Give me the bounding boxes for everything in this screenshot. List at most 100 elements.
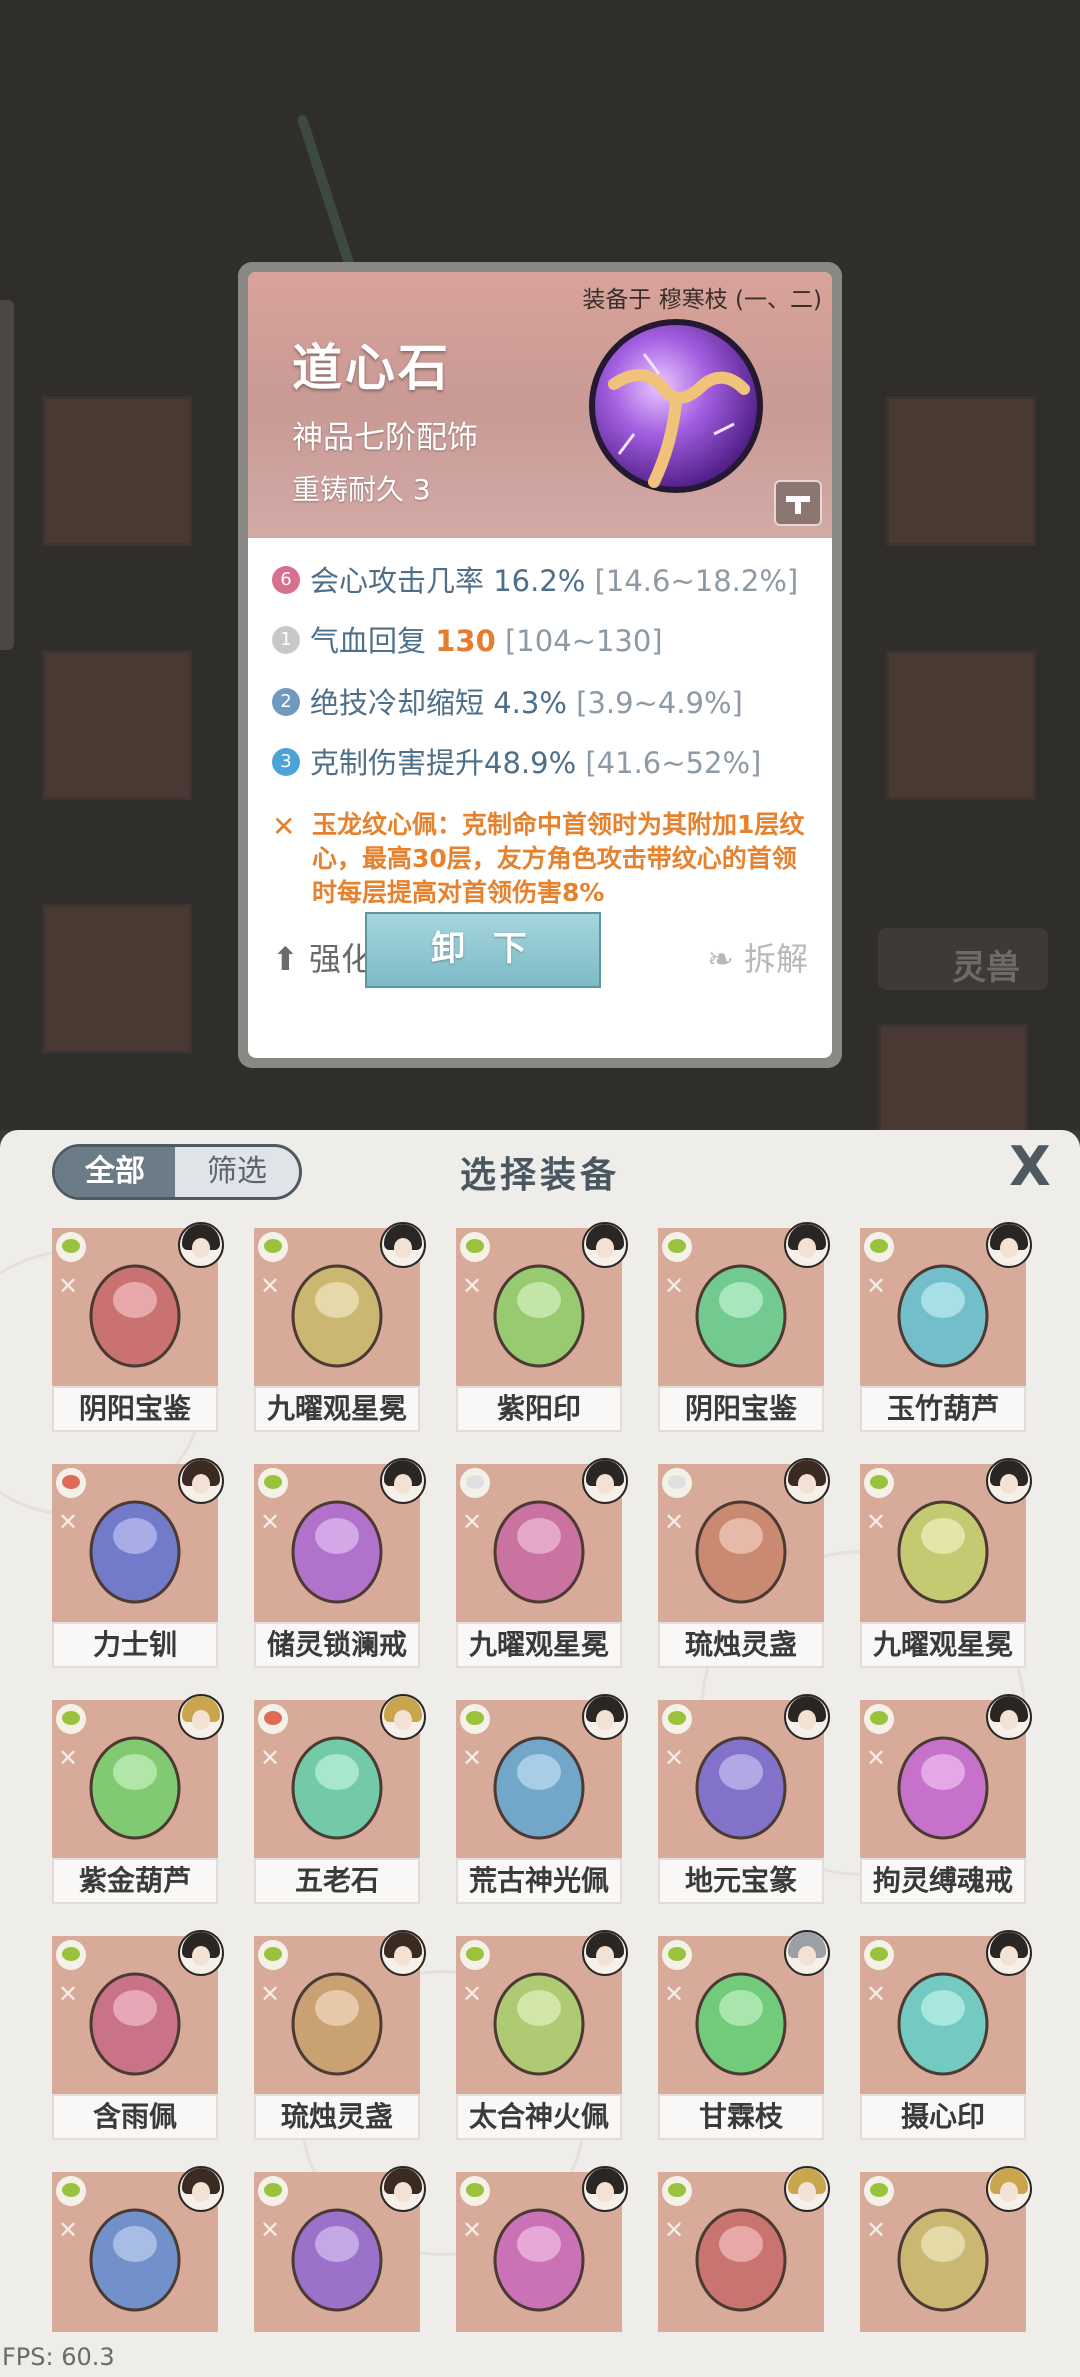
pattern-icon: ✕ bbox=[58, 1980, 79, 2008]
dismantle-label: 拆解 bbox=[743, 940, 808, 978]
character-avatar bbox=[986, 2166, 1032, 2212]
pattern-icon: ✕ bbox=[58, 1272, 79, 1300]
pattern-icon: ✕ bbox=[866, 2216, 887, 2244]
equipment-card[interactable]: ✕ 九曜观星冕 bbox=[254, 1222, 426, 1432]
pattern-icon: ✕ bbox=[866, 1508, 887, 1536]
equipment-card[interactable]: ✕ 甘霖枝 bbox=[658, 1930, 830, 2140]
equipment-card[interactable]: ✕ 地元宝篆 bbox=[658, 1694, 830, 1904]
equipment-name: 紫阳印 bbox=[456, 1386, 622, 1432]
equipment-detail-body: 装备于 穆寒枝 (一、二) 道心石 神品七阶配饰 重铸耐久 3 6 会心攻击几率… bbox=[248, 272, 832, 1058]
stat-label: 气血回复 bbox=[310, 624, 436, 658]
equipment-name: 九曜观星冕 bbox=[254, 1386, 420, 1432]
background-slot bbox=[886, 650, 1036, 800]
dismantle-button[interactable]: ❧ 拆解 bbox=[707, 934, 808, 980]
equipment-name: 拘灵缚魂戒 bbox=[860, 1858, 1026, 1904]
equipment-name: 琉烛灵盏 bbox=[658, 1622, 824, 1668]
stat-tier-badge: 3 bbox=[272, 748, 300, 776]
equipment-card[interactable]: ✕ 储灵锁澜戒 bbox=[254, 1458, 426, 1668]
element-icon bbox=[56, 1232, 86, 1262]
equipment-card[interactable]: ✕ 九曜观星冕 bbox=[456, 1458, 628, 1668]
pattern-icon: ✕ bbox=[664, 1272, 685, 1300]
equipment-name: 琉烛灵盏 bbox=[254, 2094, 420, 2140]
enhance-button[interactable]: ⬆ 强化 bbox=[272, 934, 373, 980]
element-icon bbox=[460, 1232, 490, 1262]
stat-label: 会心攻击几率 bbox=[310, 564, 494, 598]
element-icon bbox=[56, 1940, 86, 1970]
element-icon bbox=[864, 1940, 894, 1970]
pattern-icon: ✕ bbox=[462, 1508, 483, 1536]
pattern-icon: ✕ bbox=[462, 1980, 483, 2008]
up-arrow-icon: ⬆ bbox=[272, 940, 299, 978]
character-avatar bbox=[380, 1222, 426, 1268]
equipment-card[interactable]: ✕ 玉竹葫芦 bbox=[860, 1222, 1032, 1432]
pattern-icon: ✕ bbox=[664, 2216, 685, 2244]
equipment-name: 力士钏 bbox=[52, 1622, 218, 1668]
spirit-beast-tab: 灵兽 bbox=[878, 928, 1048, 990]
character-avatar bbox=[582, 1930, 628, 1976]
close-button[interactable]: X bbox=[1006, 1140, 1054, 1194]
equipment-card[interactable]: ✕ 紫阳印 bbox=[456, 1222, 628, 1432]
character-avatar bbox=[380, 1458, 426, 1504]
side-handle bbox=[0, 300, 14, 650]
equipment-name: 玉竹葫芦 bbox=[860, 1386, 1026, 1432]
equipment-name: 甘霖枝 bbox=[658, 2094, 824, 2140]
stat-value: 4.3% bbox=[493, 686, 567, 720]
equipment-card[interactable]: ✕ bbox=[456, 2166, 628, 2376]
background-slot bbox=[878, 1024, 1028, 1134]
stat-range: [14.6~18.2%] bbox=[585, 564, 799, 598]
lock-button[interactable] bbox=[774, 480, 822, 526]
equipment-card[interactable]: ✕ 摄心印 bbox=[860, 1930, 1032, 2140]
lock-icon bbox=[786, 496, 810, 514]
pattern-icon: ✕ bbox=[866, 1272, 887, 1300]
element-icon bbox=[662, 1468, 692, 1498]
element-icon bbox=[460, 1468, 490, 1498]
equipment-card[interactable]: ✕ bbox=[254, 2166, 426, 2376]
equipment-card[interactable]: ✕ 阴阳宝鉴 bbox=[52, 1222, 224, 1432]
element-icon bbox=[56, 1704, 86, 1734]
equipment-name: 九曜观星冕 bbox=[456, 1622, 622, 1668]
pattern-icon: ✕ bbox=[664, 1980, 685, 2008]
character-avatar bbox=[582, 1694, 628, 1740]
equipment-card[interactable]: ✕ bbox=[860, 2166, 1032, 2376]
stat-value: 130 bbox=[435, 624, 496, 658]
background-slot bbox=[42, 904, 192, 1054]
stat-label: 克制伤害提升 bbox=[310, 746, 485, 780]
equipment-card[interactable]: ✕ 阴阳宝鉴 bbox=[658, 1222, 830, 1432]
equipment-select-panel: 全部 筛选 选择装备 X ✕ 阴阳宝鉴 ✕ 九曜观星冕 ✕ 紫阳印 ✕ 阴阳宝鉴 ✕ 玉竹葫芦 ✕ 力… bbox=[0, 1130, 1080, 2377]
equipment-card[interactable]: ✕ 含雨佩 bbox=[52, 1930, 224, 2140]
character-avatar bbox=[582, 2166, 628, 2212]
equipment-card[interactable]: ✕ 九曜观星冕 bbox=[860, 1458, 1032, 1668]
stat-tier-badge: 2 bbox=[272, 688, 300, 716]
character-avatar bbox=[986, 1222, 1032, 1268]
unequip-button[interactable]: 卸 下 bbox=[365, 912, 601, 988]
element-icon bbox=[258, 1940, 288, 1970]
fps-counter: FPS: 60.3 bbox=[2, 2343, 115, 2371]
equipment-name: 荒古神光佩 bbox=[456, 1858, 622, 1904]
element-icon bbox=[662, 2176, 692, 2206]
equipment-card[interactable]: ✕ bbox=[658, 2166, 830, 2376]
element-icon bbox=[864, 1232, 894, 1262]
equipment-card[interactable]: ✕ 紫金葫芦 bbox=[52, 1694, 224, 1904]
equipment-card[interactable]: ✕ 力士钏 bbox=[52, 1458, 224, 1668]
equipment-card[interactable]: ✕ 拘灵缚魂戒 bbox=[860, 1694, 1032, 1904]
element-icon bbox=[460, 1704, 490, 1734]
equipment-card[interactable]: ✕ 太合神火佩 bbox=[456, 1930, 628, 2140]
item-durability: 重铸耐久 3 bbox=[292, 473, 431, 506]
pattern-icon: ✕ bbox=[260, 2216, 281, 2244]
stat-row-crit-rate: 6 会心攻击几率 16.2% [14.6~18.2%] bbox=[272, 558, 798, 600]
equipment-name: 九曜观星冕 bbox=[860, 1622, 1026, 1668]
equipment-name: 太合神火佩 bbox=[456, 2094, 622, 2140]
pattern-icon: ✕ bbox=[260, 1508, 281, 1536]
element-icon bbox=[864, 1468, 894, 1498]
special-effect: ✕ 玉龙纹心佩：克制命中首领时为其附加1层纹心，最高30层，友方角色攻击带纹心的… bbox=[272, 808, 812, 910]
background-slot bbox=[42, 650, 192, 800]
stat-label: 绝技冷却缩短 bbox=[310, 686, 494, 720]
equipment-card[interactable]: ✕ 荒古神光佩 bbox=[456, 1694, 628, 1904]
character-avatar bbox=[178, 1930, 224, 1976]
equipment-card[interactable]: ✕ 五老石 bbox=[254, 1694, 426, 1904]
equipment-card[interactable]: ✕ 琉烛灵盏 bbox=[658, 1458, 830, 1668]
equipment-card[interactable]: ✕ 琉烛灵盏 bbox=[254, 1930, 426, 2140]
element-icon bbox=[864, 1704, 894, 1734]
pattern-icon: ✕ bbox=[462, 1272, 483, 1300]
character-avatar bbox=[986, 1458, 1032, 1504]
